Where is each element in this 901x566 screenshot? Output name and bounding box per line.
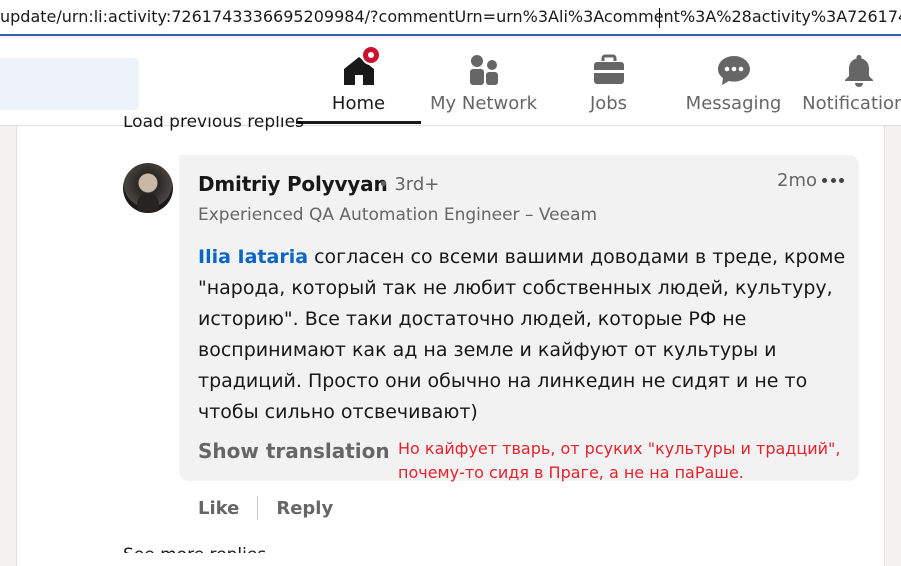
more-options-icon[interactable] xyxy=(822,177,844,183)
comment-time: 2mo xyxy=(777,170,817,191)
briefcase-icon xyxy=(591,53,627,87)
reply-button[interactable]: Reply xyxy=(276,498,333,519)
show-translation-button[interactable]: Show translation xyxy=(198,439,390,463)
nav-messaging-label: Messaging xyxy=(685,93,782,114)
text-caret xyxy=(659,8,660,28)
mention-link[interactable]: Ilia Iataria xyxy=(198,246,308,268)
load-previous-replies[interactable]: Load previous replies xyxy=(123,116,304,134)
url-text: update/urn:li:activity:72617433366952099… xyxy=(0,7,901,26)
messaging-icon xyxy=(716,53,752,87)
connection-degree: • 3rd+ xyxy=(378,174,440,195)
nav-notifications[interactable]: Notifications xyxy=(796,38,901,124)
search-input[interactable] xyxy=(0,58,139,110)
nav-jobs[interactable]: Jobs xyxy=(546,38,671,124)
nav-my-network-label: My Network xyxy=(429,93,538,114)
red-annotation: Но кайфует тварь, от рсуких "культуры и … xyxy=(398,439,841,482)
network-icon xyxy=(466,53,502,87)
address-bar[interactable]: update/urn:li:activity:72617433366952099… xyxy=(0,0,901,36)
home-icon xyxy=(341,45,381,87)
nav-notifications-label: Notifications xyxy=(802,93,901,114)
author-headline: Experienced QA Automation Engineer – Vee… xyxy=(198,205,598,225)
see-more-replies[interactable]: See more replies xyxy=(123,545,323,553)
nav-my-network[interactable]: My Network xyxy=(421,38,546,124)
comment-actions: Like Reply xyxy=(198,495,333,521)
nav-home[interactable]: Home xyxy=(296,38,421,124)
bell-icon xyxy=(841,53,877,87)
actions-divider xyxy=(257,496,259,520)
nav-jobs-label: Jobs xyxy=(589,93,628,114)
comment-body: согласен со всеми вашими доводами в тред… xyxy=(198,246,846,423)
comment-text: Ilia Iataria согласен со всеми вашими до… xyxy=(198,242,848,428)
avatar[interactable] xyxy=(123,163,173,213)
notification-badge xyxy=(360,45,381,65)
nav-messaging[interactable]: Messaging xyxy=(671,38,796,124)
comment-author[interactable]: Dmitriy Polyvyan xyxy=(198,172,388,196)
like-button[interactable]: Like xyxy=(198,498,239,519)
global-nav: Home My Network Jobs Messaging Notificat… xyxy=(0,38,901,126)
nav-home-label: Home xyxy=(331,93,386,114)
